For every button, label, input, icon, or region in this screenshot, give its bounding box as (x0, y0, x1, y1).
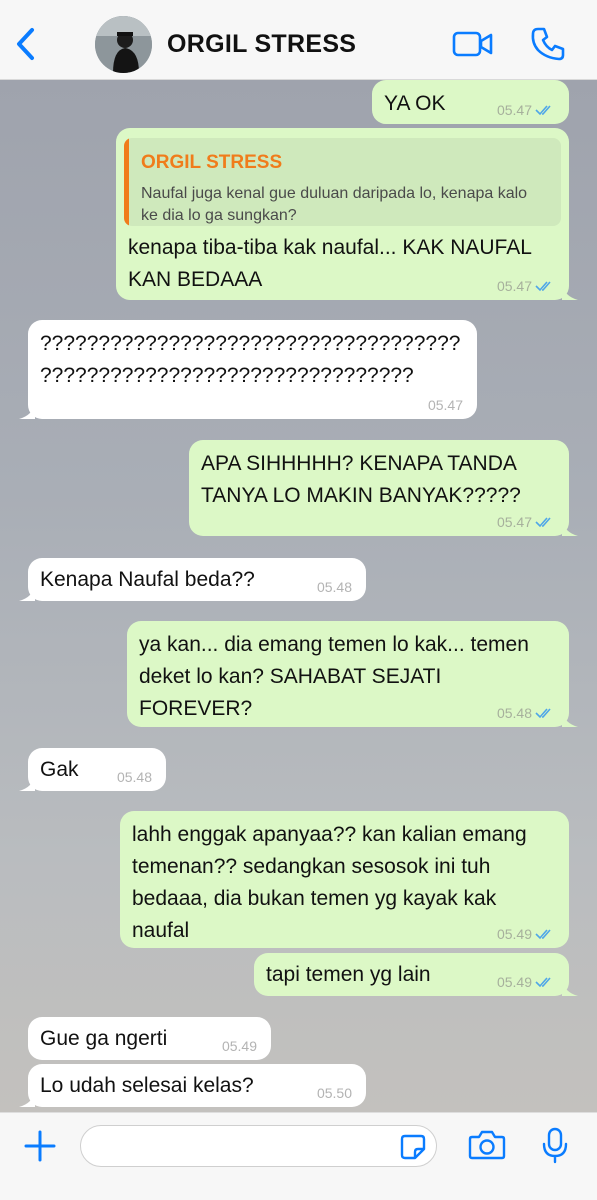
chat-area[interactable]: YA OK 05.47 ORGIL STRESS Naufal juga ken… (0, 80, 597, 1112)
read-ticks-icon (535, 517, 551, 528)
message-time: 05.48 (116, 769, 152, 785)
message-text: APA SIHHHHH? KENAPA TANDA TANYA LO MAKIN… (201, 452, 521, 507)
message-time: 05.49 (496, 926, 532, 942)
bubble-tail (562, 711, 578, 727)
message-input-box[interactable] (80, 1125, 437, 1167)
bubble-tail (19, 585, 35, 601)
quoted-message[interactable]: ORGIL STRESS Naufal juga kenal gue dulua… (124, 138, 561, 226)
read-ticks-icon (535, 977, 551, 988)
video-call-icon[interactable] (452, 30, 494, 63)
message-time: 05.48 (496, 705, 532, 721)
message-incoming[interactable]: Gak 05.48 (19, 748, 166, 791)
message-time: 05.47 (496, 514, 532, 530)
phone-call-icon[interactable] (530, 26, 566, 67)
back-chevron-icon[interactable] (10, 24, 40, 64)
message-time: 05.47 (496, 278, 532, 294)
message-text: ???????????????????????????????????? ???… (40, 332, 461, 387)
message-time: 05.47 (496, 102, 532, 118)
message-outgoing-reply[interactable]: ORGIL STRESS Naufal juga kenal gue dulua… (116, 128, 578, 300)
bubble-tail (562, 520, 578, 536)
message-text: lahh enggak apanyaa?? kan kalian emang t… (132, 823, 527, 942)
read-ticks-icon (535, 281, 551, 292)
message-incoming[interactable]: Gue ga ngerti 05.49 (28, 1017, 271, 1060)
avatar[interactable] (95, 16, 152, 73)
message-incoming[interactable]: Kenapa Naufal beda?? 05.48 (19, 558, 366, 601)
message-outgoing[interactable]: YA OK 05.47 (372, 80, 569, 124)
message-outgoing[interactable]: ya kan... dia emang temen lo kak... teme… (127, 621, 578, 727)
message-meta: 05.47 (497, 514, 555, 530)
message-outgoing[interactable]: tapi temen yg lain 05.49 (254, 953, 578, 996)
message-outgoing[interactable]: APA SIHHHHH? KENAPA TANDA TANYA LO MAKIN… (189, 440, 578, 536)
message-incoming[interactable]: Lo udah selesai kelas? 05.50 (19, 1064, 366, 1107)
read-ticks-icon (535, 929, 551, 940)
microphone-icon[interactable] (541, 1127, 569, 1170)
message-time: 05.49 (221, 1038, 257, 1054)
quote-bar (124, 138, 129, 226)
message-meta: 05.49 (497, 974, 555, 990)
bubble-tail (19, 775, 35, 791)
message-time: 05.49 (496, 974, 532, 990)
message-input[interactable] (95, 1126, 399, 1166)
read-ticks-icon (535, 105, 551, 116)
contact-name[interactable]: ORGIL STRESS (167, 30, 356, 59)
message-meta: 05.47 (497, 278, 555, 294)
bubble-tail (19, 1091, 35, 1107)
read-ticks-icon (535, 708, 551, 719)
message-meta: 05.49 (497, 926, 555, 942)
plus-icon[interactable] (23, 1129, 57, 1168)
message-outgoing[interactable]: lahh enggak apanyaa?? kan kalian emang t… (120, 811, 569, 948)
message-time: 05.47 (427, 397, 463, 413)
message-time: 05.50 (316, 1085, 352, 1101)
message-time: 05.48 (316, 579, 352, 595)
message-incoming[interactable]: ???????????????????????????????????? ???… (19, 320, 477, 419)
chat-header: ORGIL STRESS (0, 0, 597, 80)
camera-icon[interactable] (468, 1129, 506, 1166)
message-meta: 05.48 (497, 705, 555, 721)
composer-bar (0, 1112, 597, 1200)
bubble-tail (19, 403, 35, 419)
bubble-tail (562, 284, 578, 300)
message-meta: 05.47 (497, 102, 555, 118)
bubble-tail (562, 980, 578, 996)
quote-author: ORGIL STRESS (141, 152, 283, 173)
message-text: kenapa tiba-tiba kak naufal... KAK NAUFA… (128, 236, 532, 291)
quote-text: Naufal juga kenal gue duluan daripada lo… (141, 185, 528, 224)
sticker-icon[interactable] (400, 1134, 426, 1165)
